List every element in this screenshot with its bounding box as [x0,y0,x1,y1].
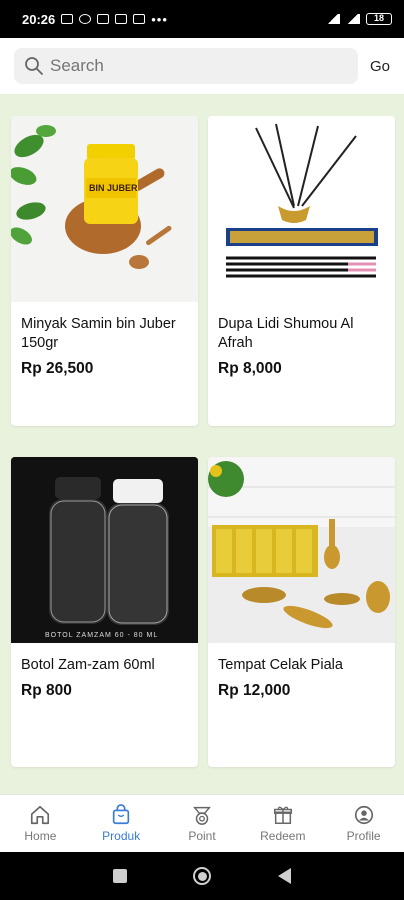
nav-produk[interactable]: Produk [81,795,162,852]
product-card[interactable]: BOTOL ZAMZAM 60 - 80 ML Botol Zam-zam 60… [11,457,198,767]
home-button[interactable] [193,867,212,885]
home-icon [31,805,50,825]
nav-home[interactable]: Home [0,795,81,852]
search-input[interactable] [50,56,330,76]
go-button[interactable]: Go [370,58,390,75]
product-price: Rp 26,500 [21,360,94,377]
nav-profile[interactable]: Profile [323,795,404,852]
nav-redeem[interactable]: Redeem [242,795,323,852]
product-card[interactable]: Tempat Celak Piala Rp 12,000 [208,457,395,767]
product-name: Botol Zam-zam 60ml [21,657,155,673]
product-name: Tempat Celak Piala [218,657,343,673]
nav-home-label: Home [24,829,57,843]
product-price: Rp 12,000 [218,682,291,699]
status-bar: 20:26 ••• 18 [0,0,404,38]
product-image-label: BOTOL ZAMZAM 60 - 80 ML [45,632,159,639]
product-price: Rp 800 [21,682,72,699]
product-name: Minyak Samin bin Juber 150gr [21,316,176,351]
more-notifications-icon: ••• [151,11,168,27]
youtube-icon [97,14,110,24]
notification-icons [61,14,146,24]
system-status: 18 [326,13,392,25]
battery-icon: 18 [366,13,392,25]
search-box[interactable] [14,48,358,84]
gift-icon [273,806,292,824]
product-image-dupa [208,116,395,302]
nav-profile-label: Profile [346,829,381,843]
notification-icon [61,14,74,24]
product-image-celak [208,457,395,643]
product-image-samin: BIN JUBER [11,116,198,302]
nav-redeem-label: Redeem [260,829,306,843]
signal-icon [326,14,340,24]
nav-point-label: Point [188,829,216,843]
recent-apps-button[interactable] [113,869,128,883]
product-price: Rp 8,000 [218,360,282,377]
product-name: Dupa Lidi Shumou Al Afrah [218,316,354,351]
delete-icon [133,14,146,24]
product-image-label: BIN JUBER [89,183,138,193]
system-navigation-bar [0,852,404,900]
profile-icon [354,805,373,825]
bottom-navigation: Home Produk Point Redeem Profile [0,794,404,852]
bag-icon [113,804,130,825]
product-image-botol: BOTOL ZAMZAM 60 - 80 ML [11,457,198,643]
product-card[interactable]: BIN JUBER Minyak Samin bin Juber 150gr R… [11,116,198,426]
alarm-icon [79,14,92,24]
product-card[interactable]: Dupa Lidi Shumou Al Afrah Rp 8,000 [208,116,395,426]
nav-point[interactable]: Point [162,795,243,852]
back-button[interactable] [277,868,291,884]
point-icon [193,806,211,825]
instagram-icon [115,14,128,24]
search-icon [25,57,43,75]
search-bar: Go [0,38,404,94]
status-time: 20:26 [22,11,56,27]
signal-icon-2 [346,14,360,24]
nav-produk-label: Produk [102,829,141,843]
